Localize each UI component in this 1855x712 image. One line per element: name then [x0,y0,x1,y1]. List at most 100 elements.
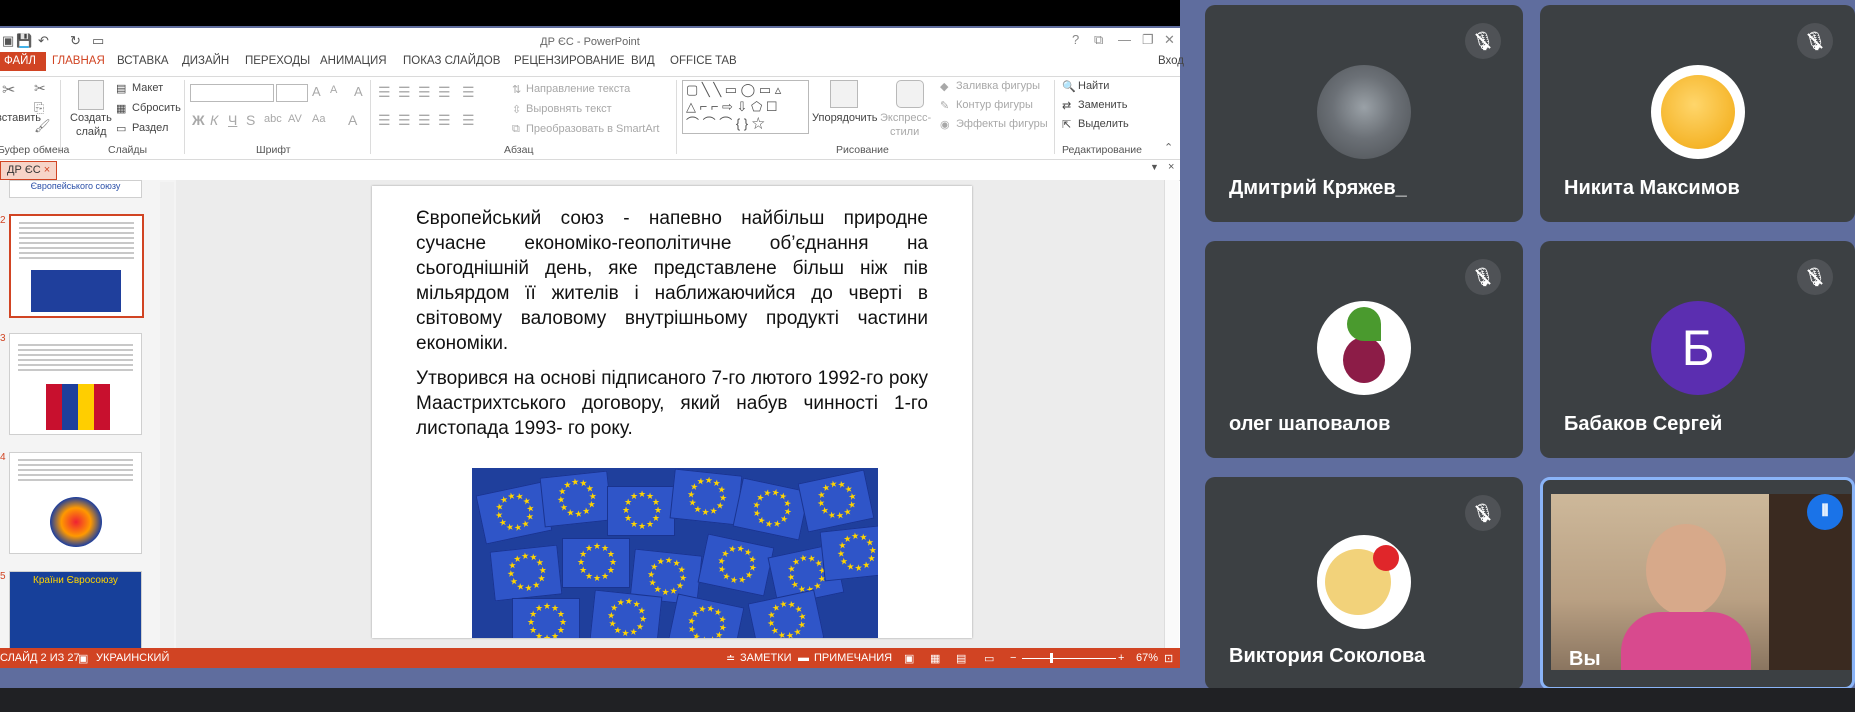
format-painter-icon[interactable]: 🖌 [34,118,51,134]
tab-file[interactable]: ФАЙЛ [0,52,46,71]
italic-icon[interactable]: К [210,112,218,128]
outdent-icon[interactable]: ☰ [438,84,451,101]
shape-outline-icon[interactable]: ✎ [940,99,949,112]
tab-transitions[interactable]: ПЕРЕХОДЫ [245,55,310,67]
quick-styles-icon[interactable] [896,80,924,108]
align-center-icon[interactable]: ☰ [398,112,411,129]
justify-icon[interactable]: ☰ [438,112,451,129]
find-icon[interactable]: 🔍 [1062,80,1076,93]
align-left-icon[interactable]: ☰ [378,112,391,129]
reading-view-icon[interactable]: ▤ [956,652,966,665]
participant-tile[interactable]: 🎙 Никита Максимов [1540,5,1855,222]
select-button[interactable]: Выделить [1078,118,1129,130]
collapse-ribbon-icon[interactable]: ⌃ [1164,141,1173,154]
new-slide-button-label2[interactable]: слайд [76,126,107,138]
tab-review[interactable]: РЕЦЕНЗИРОВАНИЕ [514,55,625,67]
participant-tile[interactable]: 🎙 Виктория Соколова [1205,477,1523,690]
case-icon[interactable]: Aa [312,113,325,125]
find-button[interactable]: Найти [1078,80,1109,92]
underline-icon[interactable]: Ч [228,112,237,128]
align-text-button[interactable]: Выровнять текст [526,103,612,115]
layout-button[interactable]: Макет [132,82,163,94]
reset-button[interactable]: Сбросить [132,102,181,114]
fit-slide-icon[interactable]: ⊡ [1164,652,1173,665]
tab-view[interactable]: ВИД [631,55,655,67]
slides-panel-scrollbar[interactable] [160,182,174,648]
arrange-button[interactable]: Упорядочить [812,112,877,124]
shapes-gallery[interactable]: ▢ ╲ ╲ ▭ ◯ ▭ ▵ △ ⌐ ⌐ ⇨ ⇩ ⬠ ☐ ⌒ ⌒ ⌒ { } ☆ [682,80,809,134]
copy-icon[interactable]: ⎘ [34,100,44,116]
shape-effects-icon[interactable]: ◉ [940,118,950,131]
replace-icon[interactable]: ⇄ [1062,99,1071,112]
bold-icon[interactable]: Ж [192,112,205,128]
shape-outline-button[interactable]: Контур фигуры [956,99,1033,111]
slide-paragraph-1[interactable]: Європейський союз - напевно найбільш при… [416,206,928,356]
bullets-icon[interactable]: ☰ [378,84,391,101]
thumbnail-5[interactable]: Країни Євросоюзу [9,571,142,650]
font-shrink-icon[interactable]: A [330,84,337,96]
section-button[interactable]: Раздел [132,122,168,134]
quick-styles-button[interactable]: Экспресс- [880,112,931,124]
eu-flags-picture[interactable]: ★ ★ ★ ★ ★ ★ ★ ★ ★ ★ ★ ★ ★ ★ ★ ★ ★ ★ ★ ★ ★ ★ ★ ★ ★ ★ ★ ★ ★ ★ ★ ★ ★ ★ ★ ★ ★ ★ ★ ★… [472,468,878,638]
font-size-input[interactable] [276,84,308,102]
align-right-icon[interactable]: ☰ [418,112,431,129]
section-icon[interactable]: ▭ [116,122,126,135]
language-label[interactable]: УКРАИНСКИЙ [96,652,169,664]
comments-button[interactable]: ПРИМЕЧАНИЯ [814,652,892,664]
shape-effects-button[interactable]: Эффекты фигуры [956,118,1048,130]
scissors-icon[interactable]: ✂ [34,80,46,97]
align-text-icon[interactable]: ⇳ [512,103,521,116]
clear-format-icon[interactable]: A [354,84,363,99]
new-slide-icon[interactable] [78,80,104,110]
login-link[interactable]: Вход [1158,55,1184,67]
close-icon[interactable]: ✕ [1164,32,1175,48]
smartart-icon[interactable]: ⧉ [512,123,520,136]
tab-insert[interactable]: ВСТАВКА [117,55,169,67]
font-color-icon[interactable]: A [348,112,357,128]
quick-styles-button-label2[interactable]: стили [890,126,919,138]
cut-icon[interactable]: ✂ [2,80,15,100]
slide-paragraph-2[interactable]: Утворився на основі підписаного 7-го лют… [416,366,928,441]
zoom-level[interactable]: 67% [1136,652,1158,664]
normal-view-icon[interactable]: ▣ [904,652,914,665]
thumbnail-3[interactable] [9,333,142,435]
new-slide-button[interactable]: Создать [70,112,112,124]
zoom-out-icon[interactable]: − [1010,652,1016,664]
sorter-view-icon[interactable]: ▦ [930,652,940,665]
font-grow-icon[interactable]: A [312,84,321,99]
maximize-icon[interactable]: ❐ [1142,32,1154,48]
shape-fill-icon[interactable]: ◆ [940,80,948,93]
slide-scrollbar[interactable] [1164,180,1179,650]
layout-icon[interactable]: ▤ [116,82,126,95]
tab-office-tab[interactable]: OFFICE TAB [670,55,737,67]
thumbnail-4[interactable] [9,452,142,554]
slideshow-view-icon[interactable]: ▭ [984,652,994,665]
spacing-icon[interactable]: AV [288,113,302,125]
shape-fill-button[interactable]: Заливка фигуры [956,80,1040,92]
zoom-slider[interactable] [1022,658,1116,659]
thumbnail-2[interactable] [9,214,144,318]
replace-button[interactable]: Заменить [1078,99,1127,111]
help-icon[interactable]: ? [1072,32,1079,47]
select-icon[interactable]: ⇱ [1062,118,1071,131]
document-tab[interactable]: ДР ЄС × [0,161,58,180]
tab-animation[interactable]: АНИМАЦИЯ [320,55,387,67]
tab-design[interactable]: ДИЗАЙН [182,55,229,67]
line-spacing-icon[interactable]: ☰ [462,84,475,101]
shadow-icon[interactable]: S [246,112,255,128]
arrange-icon[interactable] [830,80,858,108]
tab-slideshow[interactable]: ПОКАЗ СЛАЙДОВ [403,55,500,67]
participant-tile[interactable]: 🎙 Дмитрий Кряжев_ [1205,5,1523,222]
notes-button[interactable]: ЗАМЕТКИ [740,652,792,664]
participant-tile[interactable]: 🎙 Б Бабаков Сергей [1540,241,1855,458]
spellcheck-icon[interactable]: ▣ [78,652,88,665]
zoom-in-icon[interactable]: + [1118,652,1124,664]
indent-icon[interactable]: ☰ [418,84,431,101]
text-direction-icon[interactable]: ⇅ [512,83,521,96]
columns-icon[interactable]: ☰ [462,112,475,129]
tab-close-all-icon[interactable]: × [1168,161,1174,173]
strikethrough-icon[interactable]: abc [264,113,282,125]
thumbnail-1[interactable]: Європейського союзу [9,180,142,198]
close-tab-icon[interactable]: × [44,164,50,176]
zoom-slider-thumb[interactable] [1050,653,1053,663]
